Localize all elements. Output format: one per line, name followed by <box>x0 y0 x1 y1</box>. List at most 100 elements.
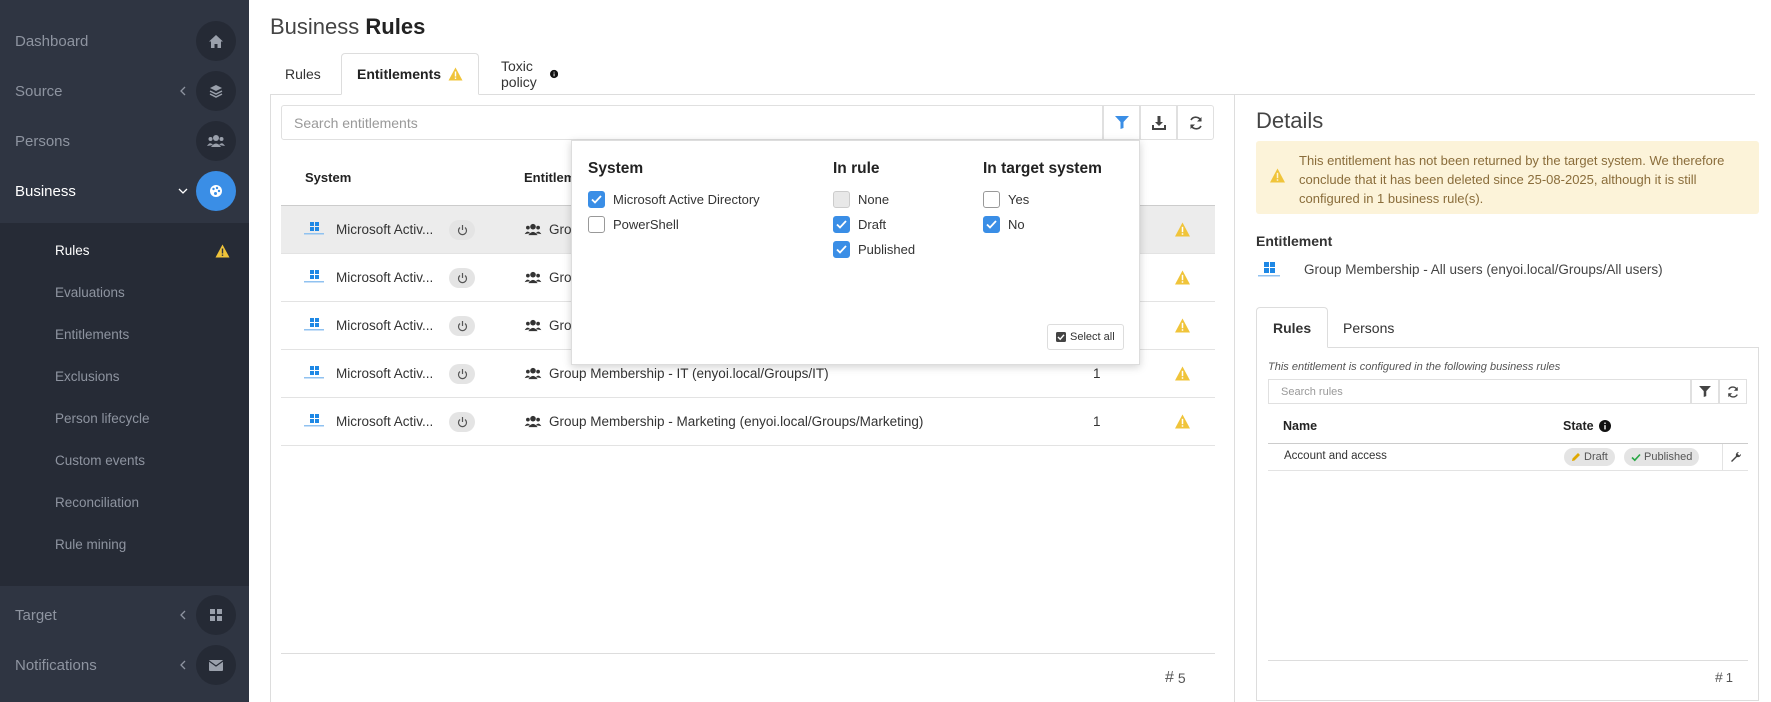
nav-target[interactable]: Target <box>0 590 249 640</box>
rule-name-cell[interactable]: Account and access <box>1284 450 1387 462</box>
power-icon[interactable] <box>449 364 475 384</box>
windows-logo-icon <box>304 270 324 283</box>
checkbox-disabled[interactable] <box>833 191 850 208</box>
table-row[interactable]: Microsoft Activ... Group Membership - Ma… <box>281 398 1215 446</box>
filter-target-title: In target system <box>983 160 1102 177</box>
tab-label: Entitlements <box>357 66 442 82</box>
warning-icon <box>1175 222 1190 237</box>
rules-filter-button[interactable] <box>1691 379 1719 404</box>
warning-text: This entitlement has not been returned b… <box>1299 153 1725 206</box>
sub-item-rule-mining[interactable]: Rule mining <box>55 537 126 552</box>
power-icon[interactable] <box>449 316 475 336</box>
filter-icon <box>1699 386 1711 397</box>
option-label: Microsoft Active Directory <box>613 192 760 207</box>
tab-label: Persons <box>1343 319 1395 336</box>
filter-option-powershell[interactable]: PowerShell <box>588 216 679 233</box>
filter-option-published[interactable]: Published <box>833 241 915 258</box>
nav-persons[interactable]: Persons <box>0 116 249 166</box>
select-all-button[interactable]: Select all <box>1047 324 1124 350</box>
filter-button[interactable] <box>1103 105 1140 140</box>
checkbox-checked[interactable] <box>833 241 850 258</box>
filter-option-no[interactable]: No <box>983 216 1025 233</box>
sub-item-exclusions[interactable]: Exclusions <box>55 369 120 384</box>
nav-notifications[interactable]: Notifications <box>0 640 249 690</box>
filter-option-none[interactable]: None <box>833 191 889 208</box>
checkbox-unchecked[interactable] <box>588 216 605 233</box>
column-header-entitlement[interactable]: Entitlem <box>524 170 575 185</box>
sub-item-evaluations[interactable]: Evaluations <box>55 285 125 300</box>
hash-icon: # <box>1165 669 1174 686</box>
details-tab-rules[interactable]: Rules <box>1256 307 1329 348</box>
tab-rules[interactable]: Rules <box>270 53 336 95</box>
palette-icon <box>196 171 236 211</box>
total-count-value: 5 <box>1177 670 1186 686</box>
warning-icon <box>448 67 463 81</box>
tab-entitlements[interactable]: Entitlements <box>341 53 480 95</box>
sub-item-custom-events[interactable]: Custom events <box>55 453 145 468</box>
rules-refresh-button[interactable] <box>1719 379 1747 404</box>
info-icon <box>549 69 558 79</box>
power-icon[interactable] <box>449 412 475 432</box>
chevron-left-icon <box>180 610 186 620</box>
sub-item-reconciliation[interactable]: Reconciliation <box>55 495 139 510</box>
checkbox-checked[interactable] <box>983 216 1000 233</box>
checkbox-checked[interactable] <box>833 216 850 233</box>
users-icon <box>196 121 236 161</box>
business-submenu: Rules Evaluations Entitlements Exclusion… <box>0 223 249 586</box>
windows-logo-icon <box>1258 262 1280 277</box>
refresh-icon <box>1189 115 1202 130</box>
edit-rule-button[interactable] <box>1722 444 1748 470</box>
windows-logo-icon <box>304 222 324 235</box>
entitlement-cell: Group Membership - Marketing (enyoi.loca… <box>549 414 924 429</box>
option-label: Draft <box>858 217 887 232</box>
details-title: Details <box>1256 108 1324 133</box>
nav-label: Business <box>15 182 76 200</box>
details-tab-persons[interactable]: Persons <box>1327 307 1410 348</box>
search-placeholder: Search entitlements <box>294 114 418 131</box>
rules-search-input[interactable]: Search rules <box>1268 379 1691 404</box>
group-icon <box>524 415 542 428</box>
home-icon <box>196 21 236 61</box>
option-label: No <box>1008 217 1025 232</box>
filter-rule-title: In rule <box>833 160 880 177</box>
refresh-button[interactable] <box>1177 105 1214 140</box>
checkbox-unchecked[interactable] <box>983 191 1000 208</box>
rules-hint: This entitlement is configured in the fo… <box>1268 361 1561 373</box>
page-title-prefix: Business <box>270 14 360 39</box>
download-button[interactable] <box>1140 105 1177 140</box>
option-label: None <box>858 192 890 207</box>
rules-column-name[interactable]: Name <box>1283 419 1317 433</box>
power-icon[interactable] <box>449 220 475 240</box>
sub-item-entitlements[interactable]: Entitlements <box>55 327 129 342</box>
rules-count: # 1 <box>1715 669 1733 685</box>
sub-item-person-lifecycle[interactable]: Person lifecycle <box>55 411 150 426</box>
nav-label: Source <box>15 82 63 100</box>
sub-item-rules[interactable]: Rules <box>55 243 90 258</box>
chevron-left-icon <box>180 660 186 670</box>
filter-option-yes[interactable]: Yes <box>983 191 1029 208</box>
nav-source[interactable]: Source <box>0 66 249 116</box>
filter-option-active-directory[interactable]: Microsoft Active Directory <box>588 191 760 208</box>
search-input[interactable]: Search entitlements <box>281 105 1103 140</box>
filter-option-draft[interactable]: Draft <box>833 216 886 233</box>
page-title-bold: Rules <box>365 14 426 39</box>
count-cell: 1 <box>1093 414 1101 429</box>
total-count: # 5 <box>1165 669 1186 687</box>
checkbox-checked[interactable] <box>588 191 605 208</box>
pane-divider[interactable] <box>1234 94 1235 702</box>
entitlement-name: Group Membership - All users (enyoi.loca… <box>1304 262 1663 277</box>
rules-row-divider <box>1268 470 1748 471</box>
nav-business[interactable]: Business <box>0 166 249 216</box>
layers-icon <box>196 71 236 111</box>
tab-toxic-policy[interactable]: Toxic policy <box>485 53 573 95</box>
column-header-system[interactable]: System <box>305 170 351 185</box>
sidebar: Dashboard Source Persons Business Rules … <box>0 0 249 702</box>
nav-dashboard[interactable]: Dashboard <box>0 16 249 66</box>
system-cell: Microsoft Activ... <box>336 318 434 333</box>
power-icon[interactable] <box>449 268 475 288</box>
windows-logo-icon <box>304 366 324 379</box>
rules-column-state[interactable]: State <box>1563 419 1611 433</box>
tab-label: Toxic policy <box>501 58 537 90</box>
warning-icon <box>1175 366 1190 381</box>
pencil-icon <box>1572 453 1580 461</box>
